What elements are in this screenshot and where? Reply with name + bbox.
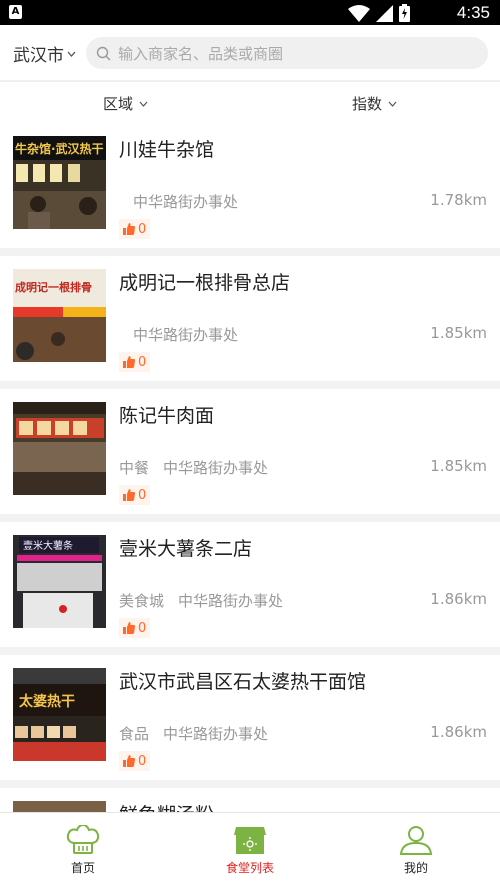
like-count: 0	[138, 221, 147, 237]
thumbs-up-icon	[123, 489, 135, 501]
restaurant-card[interactable]: 太婆热干 武汉市武昌区石太婆热干面馆 食品 中华路街办事处 1.86km 0	[0, 655, 500, 780]
restaurant-card[interactable]: 成明记一根排骨 成明记一根排骨总店 中华路街办事处 1.85km 0	[0, 256, 500, 381]
restaurant-card[interactable]: 牛杂馆·武汉热干 川娃牛杂馆 中华路街办事处 1.78km 0	[0, 123, 500, 248]
like-count: 0	[138, 487, 147, 503]
restaurant-district: 中华路街办事处	[163, 459, 269, 477]
sign-text: 牛杂馆·武汉热干	[15, 141, 104, 156]
restaurant-name: 陈记牛肉面	[119, 405, 215, 427]
tab-home[interactable]: 首页	[38, 825, 128, 876]
restaurant-list: 牛杂馆·武汉热干 川娃牛杂馆 中华路街办事处 1.78km 0 成明记一根排骨	[0, 123, 500, 888]
like-count: 0	[138, 354, 147, 370]
like-badge[interactable]: 0	[119, 219, 151, 239]
search-icon	[96, 46, 111, 60]
chevron-down-icon	[67, 51, 76, 57]
restaurant-distance: 1.86km	[430, 723, 487, 741]
system-icons	[348, 4, 410, 22]
restaurant-distance: 1.86km	[430, 590, 487, 608]
restaurant-name: 成明记一根排骨总店	[119, 272, 291, 294]
city-label: 武汉市	[13, 46, 64, 66]
restaurant-name: 川娃牛杂馆	[119, 139, 215, 161]
thumbs-up-icon	[123, 356, 135, 368]
like-count: 0	[138, 753, 147, 769]
app-notification-icon: A	[9, 5, 22, 19]
restaurant-distance: 1.78km	[430, 191, 487, 209]
sign-text: 壹米大薯条	[23, 539, 73, 552]
tab-canteen-list[interactable]: 食堂列表	[205, 825, 295, 876]
search-input[interactable]: 输入商家名、品类或商圈	[86, 37, 488, 69]
restaurant-photo: 壹米大薯条	[13, 535, 106, 628]
filter-region[interactable]: 区域	[103, 93, 148, 114]
status-bar: A 4:35	[0, 0, 500, 25]
tab-home-label: 首页	[70, 861, 95, 875]
filter-region-label: 区域	[103, 95, 134, 113]
restaurant-photo	[13, 402, 106, 495]
chef-hat-icon	[66, 825, 100, 854]
thumbs-up-icon	[123, 622, 135, 634]
search-placeholder: 输入商家名、品类或商圈	[118, 44, 284, 63]
restaurant-category: 食品	[119, 725, 150, 743]
restaurant-photo: 太婆热干	[13, 668, 106, 761]
restaurant-category: 中餐	[119, 459, 150, 477]
restaurant-photo: 牛杂馆·武汉热干	[13, 136, 106, 229]
restaurant-meta: 食品 中华路街办事处	[119, 723, 268, 744]
tab-canteen-list-label: 食堂列表	[225, 861, 274, 875]
sign-text: 成明记一根排骨	[15, 280, 92, 294]
restaurant-distance: 1.85km	[430, 324, 487, 342]
restaurant-district: 中华路街办事处	[133, 193, 239, 211]
chevron-down-icon	[139, 101, 148, 107]
filter-index[interactable]: 指数	[352, 93, 397, 114]
chevron-down-icon	[388, 101, 397, 107]
restaurant-meta: 中华路街办事处	[119, 324, 238, 345]
tab-profile[interactable]: 我的	[371, 825, 461, 876]
filter-bar: 区域 指数	[0, 81, 500, 123]
search-header: 武汉市 输入商家名、品类或商圈	[0, 25, 500, 80]
restaurant-district: 中华路街办事处	[133, 326, 239, 344]
thumbs-up-icon	[123, 223, 135, 235]
restaurant-name: 武汉市武昌区石太婆热干面馆	[119, 671, 367, 693]
restaurant-district: 中华路街办事处	[163, 725, 269, 743]
filter-index-label: 指数	[352, 95, 383, 113]
like-badge[interactable]: 0	[119, 485, 151, 505]
like-badge[interactable]: 0	[119, 352, 151, 372]
like-badge[interactable]: 0	[119, 751, 151, 771]
battery-icon	[399, 4, 410, 22]
restaurant-district: 中华路街办事处	[178, 592, 284, 610]
sign-text: 太婆热干	[19, 693, 75, 710]
restaurant-meta: 美食城 中华路街办事处	[119, 590, 283, 611]
restaurant-name: 壹米大薯条二店	[119, 538, 253, 560]
restaurant-meta: 中华路街办事处	[119, 191, 238, 212]
restaurant-photo: 成明记一根排骨	[13, 269, 106, 362]
bottom-tab-bar: 首页 食堂列表 我的	[0, 812, 500, 888]
like-badge[interactable]: 0	[119, 618, 151, 638]
thumbs-up-icon	[123, 755, 135, 767]
tab-profile-label: 我的	[403, 861, 428, 875]
wifi-icon	[348, 4, 370, 22]
user-icon	[399, 826, 433, 855]
restaurant-distance: 1.85km	[430, 457, 487, 475]
restaurant-category: 美食城	[119, 592, 165, 610]
like-count: 0	[138, 620, 147, 636]
clock: 4:35	[456, 3, 490, 22]
city-selector[interactable]: 武汉市	[13, 41, 76, 66]
cell-signal-icon	[376, 4, 393, 22]
restaurant-card[interactable]: 陈记牛肉面 中餐 中华路街办事处 1.85km 0	[0, 389, 500, 514]
restaurant-meta: 中餐 中华路街办事处	[119, 457, 268, 478]
canteen-list-icon	[234, 827, 266, 854]
restaurant-card[interactable]: 壹米大薯条 壹米大薯条二店 美食城 中华路街办事处 1.86km 0	[0, 522, 500, 647]
